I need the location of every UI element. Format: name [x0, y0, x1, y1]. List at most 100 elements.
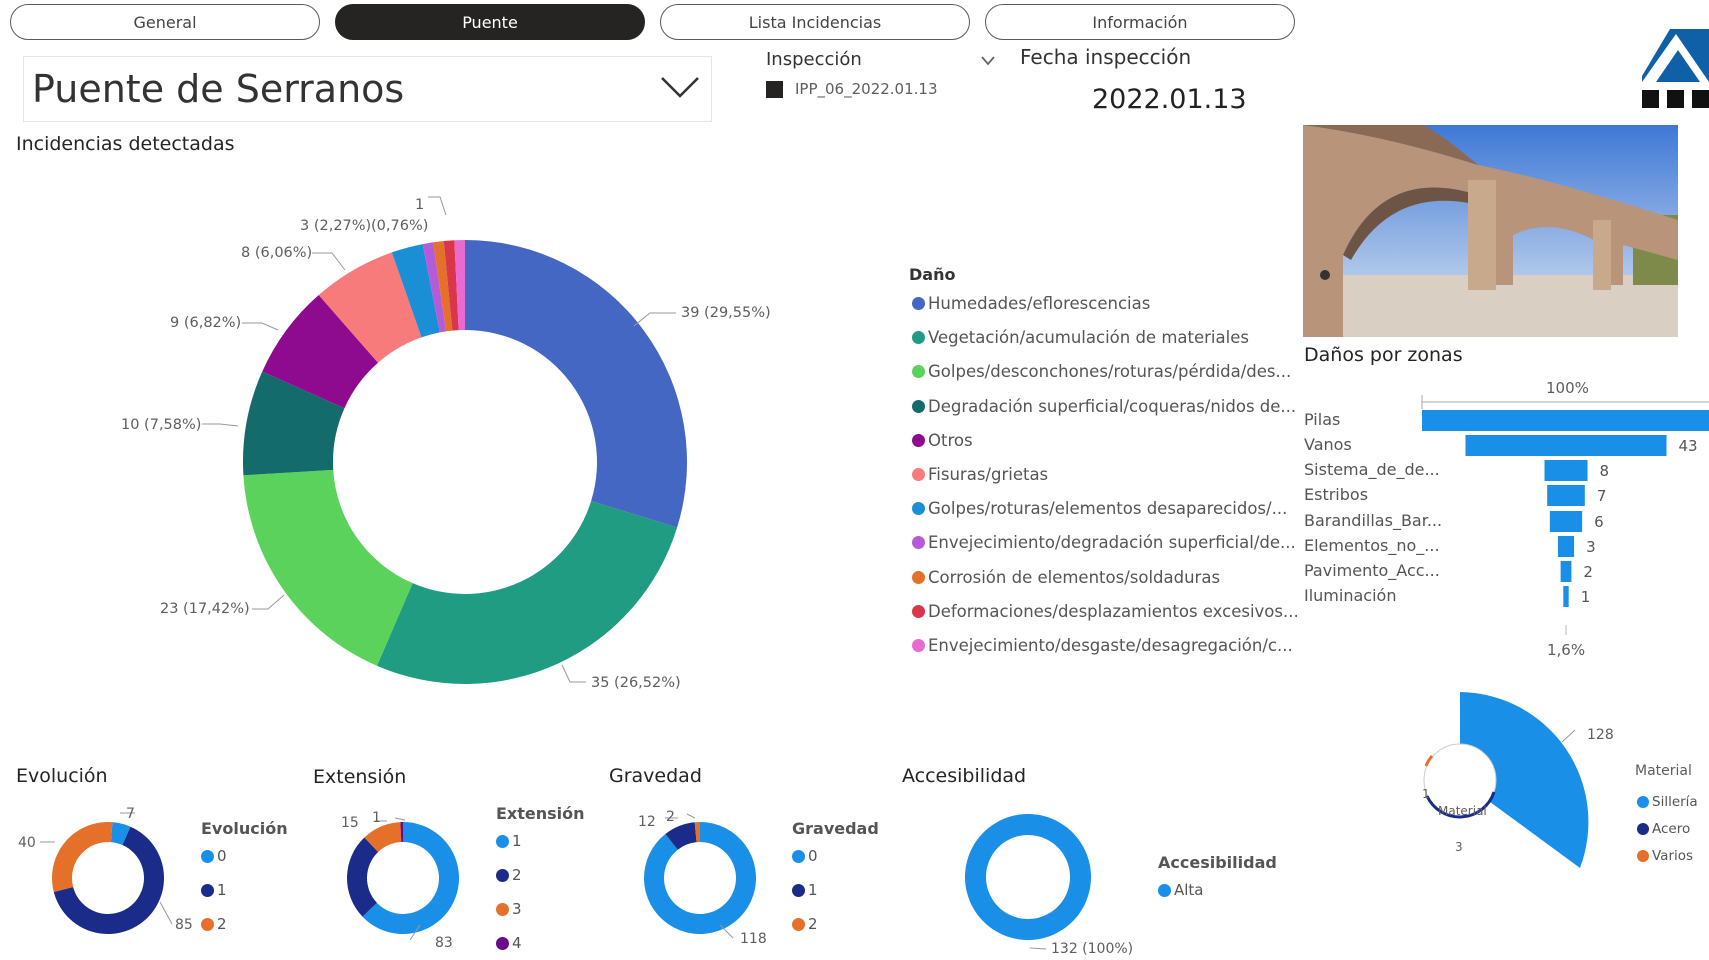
legend-dot-icon [496, 868, 509, 882]
dano-legend-item[interactable]: Deformaciones/desplazamientos excesivos.… [912, 602, 1299, 621]
evolucion-label-40: 40 [18, 835, 36, 851]
dano-legend-item[interactable]: Golpes/roturas/elementos desaparecidos/.… [912, 499, 1287, 518]
checkbox-checked[interactable] [766, 80, 783, 98]
bridge-select-value: Puente de Serranos [32, 67, 405, 111]
evolucion-legend-item[interactable]: 2 [201, 915, 227, 933]
funnel-bar[interactable] [1557, 536, 1575, 557]
slice-label-10: 10 (7,58%) [121, 417, 201, 433]
funnel-bar[interactable] [1560, 561, 1572, 582]
legend-label: Corrosión de elementos/soldaduras [928, 567, 1221, 587]
extension-legend-item[interactable]: 4 [496, 934, 522, 952]
material-legend-item[interactable]: Varios [1637, 848, 1693, 864]
bridge-photo [1303, 125, 1678, 337]
legend-dot-icon [496, 834, 509, 848]
legend-label: Golpes/desconchones/roturas/pérdida/des.… [928, 362, 1292, 382]
inspection-item[interactable]: IPP_06_2022.01.13 [766, 80, 938, 98]
funnel-value-label: 43 [1678, 437, 1698, 455]
incidencias-slice-1[interactable] [376, 500, 678, 684]
tab-informacion[interactable]: Información [985, 4, 1295, 40]
evolucion-label-7: 7 [126, 806, 135, 822]
dano-legend-item[interactable]: Corrosión de elementos/soldaduras [912, 568, 1220, 587]
tab-puente[interactable]: Puente [335, 4, 645, 40]
funnel-value-label: 7 [1596, 487, 1607, 505]
dano-legend-item[interactable]: Golpes/desconchones/roturas/pérdida/des.… [912, 362, 1291, 381]
material-legend-item[interactable]: Acero [1637, 821, 1690, 837]
gravedad-legend-item[interactable]: 2 [792, 915, 818, 933]
legend-label: 1 [512, 832, 522, 850]
funnel-bar[interactable] [1422, 410, 1709, 431]
gravedad-title: Gravedad [609, 765, 702, 787]
legend-label: Deformaciones/desplazamientos excesivos.… [928, 601, 1299, 621]
accesibilidad-legend-item[interactable]: Alta [1158, 881, 1204, 899]
slice-label-9: 9 (6,82%) [170, 315, 241, 331]
legend-label: Golpes/roturas/elementos desaparecidos/.… [928, 499, 1288, 519]
legend-label: Acero [1652, 821, 1691, 837]
legend-dot-icon [496, 902, 509, 916]
gravedad-legend-title: Gravedad [792, 819, 879, 838]
material-legend-item[interactable]: Sillería [1637, 794, 1698, 810]
legend-dot-icon [792, 917, 805, 931]
zonas-title: Daños por zonas [1304, 344, 1463, 366]
accesibilidad-legend-title: Accesibilidad [1158, 853, 1277, 872]
extension-legend-item[interactable]: 2 [496, 866, 522, 884]
bridge-select[interactable]: Puente de Serranos [23, 56, 712, 122]
funnel-value-label: 8 [1599, 462, 1610, 480]
funnel-category-label: Pilas [1304, 410, 1341, 429]
funnel-bar[interactable] [1547, 485, 1585, 506]
evolucion-legend-item[interactable]: 0 [201, 847, 227, 865]
legend-dot-icon [201, 917, 214, 931]
gravedad-label-2: 2 [666, 809, 675, 825]
funnel-bar[interactable] [1563, 586, 1569, 607]
incidencias-slice-0[interactable] [465, 240, 688, 528]
slice-label-23: 23 (17,42%) [160, 601, 250, 617]
funnel-bar[interactable] [1544, 460, 1588, 481]
legend-label: 2 [217, 915, 227, 933]
inspection-chevron-icon[interactable] [980, 55, 996, 67]
slice-label-35: 35 (26,52%) [591, 675, 681, 691]
material-center-label: Material [1438, 804, 1487, 818]
gravedad-slice-0[interactable] [644, 822, 757, 934]
legend-dot-icon [912, 570, 925, 584]
legend-label: Otros [928, 430, 973, 450]
funnel-value-label: 1 [1580, 588, 1591, 606]
funnel-bar[interactable] [1549, 511, 1583, 532]
funnel-category-label: Barandillas_Bar... [1304, 511, 1443, 530]
dano-legend-item[interactable]: Fisuras/grietas [912, 465, 1048, 484]
tab-general[interactable]: General [10, 4, 320, 40]
logo-icon [1642, 29, 1709, 108]
legend-label: 2 [512, 866, 522, 884]
extension-legend-item[interactable]: 1 [496, 832, 522, 850]
incidencias-slice-2[interactable] [243, 469, 413, 666]
dano-legend-item[interactable]: Otros [912, 431, 973, 450]
gravedad-legend-item[interactable]: 0 [792, 847, 818, 865]
funnel-category-label: Elementos_no_... [1304, 536, 1440, 555]
dano-legend-item[interactable]: Degradación superficial/coqueras/nidos d… [912, 397, 1296, 416]
dano-legend-item[interactable]: Vegetación/acumulación de materiales [912, 328, 1249, 347]
legend-dot-icon [912, 365, 925, 379]
evolucion-legend-item[interactable]: 1 [201, 881, 227, 899]
slice-label-076: (0,76%) [371, 218, 428, 234]
extension-slice-1[interactable] [346, 837, 379, 917]
extension-legend-item[interactable]: 3 [496, 900, 522, 918]
gravedad-legend-item[interactable]: 1 [792, 881, 818, 899]
dano-legend-item[interactable]: Humedades/eflorescencias [912, 294, 1150, 313]
accesibilidad-slice-0[interactable] [964, 814, 1091, 940]
legend-dot-icon [1637, 796, 1649, 808]
slice-label-39: 39 (29,55%) [681, 305, 771, 321]
dano-legend-item[interactable]: Envejecimiento/desgaste/desagregación/c.… [912, 636, 1293, 655]
tab-lista-incidencias[interactable]: Lista Incidencias [660, 4, 970, 40]
funnel-category-label: Pavimento_Acc... [1304, 561, 1440, 580]
legend-dot-icon [792, 883, 805, 897]
gravedad-label-12: 12 [638, 814, 656, 830]
funnel-category-label: Vanos [1304, 435, 1352, 454]
funnel-bar[interactable] [1465, 435, 1667, 456]
legend-label: 4 [512, 934, 522, 952]
evolucion-slice-2[interactable] [52, 822, 113, 893]
legend-label: Humedades/eflorescencias [928, 294, 1151, 313]
dano-legend-item[interactable]: Envejecimiento/degradación superficial/d… [912, 533, 1296, 552]
slice-label-8: 8 (6,06%) [241, 245, 312, 261]
legend-label: 0 [808, 847, 818, 865]
chevron-down-icon[interactable] [660, 75, 700, 99]
funnel-value-label: 6 [1594, 513, 1604, 531]
extension-label-83: 83 [435, 935, 453, 951]
